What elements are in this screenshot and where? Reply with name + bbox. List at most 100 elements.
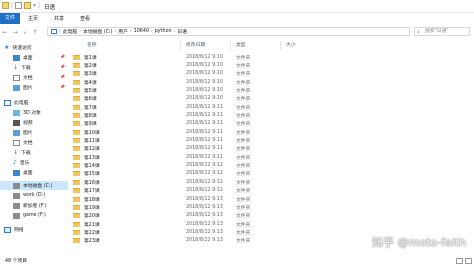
sidebar-item-drive-d[interactable]: work (D:) xyxy=(13,191,45,200)
column-separator[interactable] xyxy=(230,41,231,50)
new-folder-icon[interactable] xyxy=(24,2,32,9)
details-view-icon[interactable] xyxy=(456,258,463,264)
file-row[interactable]: 第17课 2018/8/12 9:12 文件夹 xyxy=(73,187,273,195)
tab-file[interactable]: 文件 xyxy=(0,13,21,24)
sidebar-item-this-pc[interactable]: 此电脑 xyxy=(4,98,28,107)
file-row[interactable]: 第5课 2018/8/12 9:10 文件夹 xyxy=(73,86,273,94)
sidebar-item-drive-new[interactable]: 新加卷 (F:) xyxy=(13,201,47,210)
file-row[interactable]: 第15课 2018/8/12 9:12 文件夹 xyxy=(73,170,273,178)
file-row[interactable]: 第2课 2018/8/12 9:10 文件夹 xyxy=(73,61,273,69)
tab-home[interactable]: 主页 xyxy=(20,15,46,22)
file-date: 2018/8/12 9:13 xyxy=(186,221,223,227)
tab-share[interactable]: 共享 xyxy=(46,15,72,22)
sidebar-item-quick-access[interactable]: ★ 快速访问 xyxy=(4,43,32,52)
sidebar-item-drive-game[interactable]: game (F:) xyxy=(13,211,46,220)
file-row[interactable]: 第12课 2018/8/12 9:11 文件夹 xyxy=(73,145,273,153)
file-type: 文件夹 xyxy=(236,80,251,86)
tab-view[interactable]: 查看 xyxy=(72,15,98,22)
sidebar-item-desktop[interactable]: 桌面 xyxy=(13,53,33,62)
sidebar-item-pictures-pc[interactable]: 图片 xyxy=(13,128,33,137)
drive-icon xyxy=(13,212,20,219)
sidebar-item-drive-c[interactable]: 本地磁盘 (C:) xyxy=(0,181,68,190)
file-type: 文件夹 xyxy=(236,230,251,236)
file-date: 2018/8/12 9:11 xyxy=(186,146,223,152)
file-date: 2018/8/12 9:12 xyxy=(186,179,223,185)
drive-icon xyxy=(13,192,20,199)
file-name: 第19课 xyxy=(84,205,100,211)
breadcrumb-item[interactable]: python xyxy=(155,29,172,34)
breadcrumb-item[interactable]: 本地磁盘 (C:) xyxy=(83,28,112,35)
file-date: 2018/8/12 9:10 xyxy=(186,96,223,102)
column-header-name[interactable]: 名称 xyxy=(87,41,97,50)
file-name: 第15课 xyxy=(84,172,100,178)
file-row[interactable]: 第21课 2018/8/12 9:13 文件夹 xyxy=(73,220,273,228)
sidebar-item-documents[interactable]: 文档 xyxy=(13,73,33,82)
sidebar-item-label: game (F:) xyxy=(23,213,46,218)
picture-icon xyxy=(13,84,20,91)
file-row[interactable]: 第20课 2018/8/12 9:13 文件夹 xyxy=(73,212,273,220)
sidebar-item-3d-objects[interactable]: 3D 对象 xyxy=(13,108,41,117)
picture-icon xyxy=(13,129,20,136)
vertical-scrollbar[interactable] xyxy=(468,41,474,254)
breadcrumb-item[interactable]: 用户 xyxy=(118,28,128,35)
file-row[interactable]: 第19课 2018/8/12 9:13 文件夹 xyxy=(73,203,273,211)
properties-icon[interactable] xyxy=(15,2,23,9)
column-header-size[interactable]: 大小 xyxy=(286,41,296,50)
pin-icon[interactable]: 📌 xyxy=(60,74,65,79)
sidebar-item-documents-pc[interactable]: 文档 xyxy=(13,138,33,147)
folder-icon xyxy=(73,62,80,68)
up-icon[interactable]: ↑ xyxy=(30,29,40,36)
file-type: 文件夹 xyxy=(236,214,251,220)
column-header-type[interactable]: 类型 xyxy=(236,41,246,50)
recent-dropdown-icon[interactable]: ∨ xyxy=(20,30,30,35)
file-row[interactable]: 第1课 2018/8/12 9:10 文件夹 xyxy=(73,53,273,61)
file-type: 文件夹 xyxy=(236,189,251,195)
pin-icon[interactable]: 📌 xyxy=(60,64,65,69)
file-row[interactable]: 第23课 2018/8/12 9:13 文件夹 xyxy=(73,237,273,245)
document-icon xyxy=(13,74,20,81)
large-icons-view-icon[interactable] xyxy=(465,258,472,264)
breadcrumb-separator: › xyxy=(59,29,61,34)
sidebar-item-label: 此电脑 xyxy=(14,101,29,106)
sidebar-item-downloads-pc[interactable]: ↓ 下载 xyxy=(13,148,31,157)
sidebar-item-network[interactable]: 网络 xyxy=(4,225,24,234)
sidebar-item-downloads[interactable]: ↓ 下载 xyxy=(13,63,31,72)
file-row[interactable]: 第13课 2018/8/12 9:11 文件夹 xyxy=(73,153,273,161)
file-row[interactable]: 第11课 2018/8/12 9:11 文件夹 xyxy=(73,137,273,145)
address-bar[interactable]: › 此电脑 › 本地磁盘 (C:) › 用户 › 10640 › python … xyxy=(47,27,410,36)
column-separator[interactable] xyxy=(280,41,281,50)
breadcrumb-item[interactable]: 10640 xyxy=(134,29,149,34)
column-separator[interactable] xyxy=(180,41,181,50)
dropdown-icon[interactable]: ▾ xyxy=(33,2,36,9)
folder-icon xyxy=(73,188,80,194)
breadcrumb-item[interactable]: 日语 xyxy=(177,28,187,35)
sidebar-item-pictures[interactable]: 图片 xyxy=(13,83,33,92)
file-row[interactable]: 第10课 2018/8/12 9:11 文件夹 xyxy=(73,128,273,136)
file-row[interactable]: 第7课 2018/8/12 9:11 文件夹 xyxy=(73,103,273,111)
sidebar-item-music[interactable]: ♪ 音乐 xyxy=(13,158,29,167)
file-name: 第14课 xyxy=(84,164,100,170)
breadcrumb-item[interactable]: 此电脑 xyxy=(63,28,77,35)
breadcrumb-separator: › xyxy=(79,29,82,34)
sidebar-item-videos[interactable]: 视频 xyxy=(13,118,33,127)
folder-icon xyxy=(73,54,80,60)
pin-icon[interactable]: 📌 xyxy=(60,54,65,59)
file-row[interactable]: 第16课 2018/8/12 9:12 文件夹 xyxy=(73,178,273,186)
file-row[interactable]: 第9课 2018/8/12 9:11 文件夹 xyxy=(73,120,273,128)
forward-icon[interactable]: → xyxy=(10,29,20,36)
file-row[interactable]: 第8课 2018/8/12 9:11 文件夹 xyxy=(73,111,273,119)
file-row[interactable]: 第4课 2018/8/12 9:10 文件夹 xyxy=(73,78,273,86)
file-row[interactable]: 第18课 2018/8/12 9:13 文件夹 xyxy=(73,195,273,203)
file-row[interactable]: 第22课 2018/8/12 9:13 文件夹 xyxy=(73,228,273,236)
file-row[interactable]: 第6课 2018/8/12 9:10 文件夹 xyxy=(73,95,273,103)
file-name: 第20课 xyxy=(84,214,100,220)
file-row[interactable]: 第14课 2018/8/12 9:12 文件夹 xyxy=(73,162,273,170)
file-type: 文件夹 xyxy=(236,239,251,245)
file-type: 文件夹 xyxy=(236,55,251,61)
back-icon[interactable]: ← xyxy=(0,29,10,36)
pin-icon[interactable]: 📌 xyxy=(60,84,65,89)
file-row[interactable]: 第3课 2018/8/12 9:10 文件夹 xyxy=(73,70,273,78)
sidebar-item-desktop-pc[interactable]: 桌面 xyxy=(13,168,33,177)
column-header-date[interactable]: 修改日期 xyxy=(186,41,205,50)
search-input[interactable]: ⌕ 搜索"日语" xyxy=(414,27,470,36)
